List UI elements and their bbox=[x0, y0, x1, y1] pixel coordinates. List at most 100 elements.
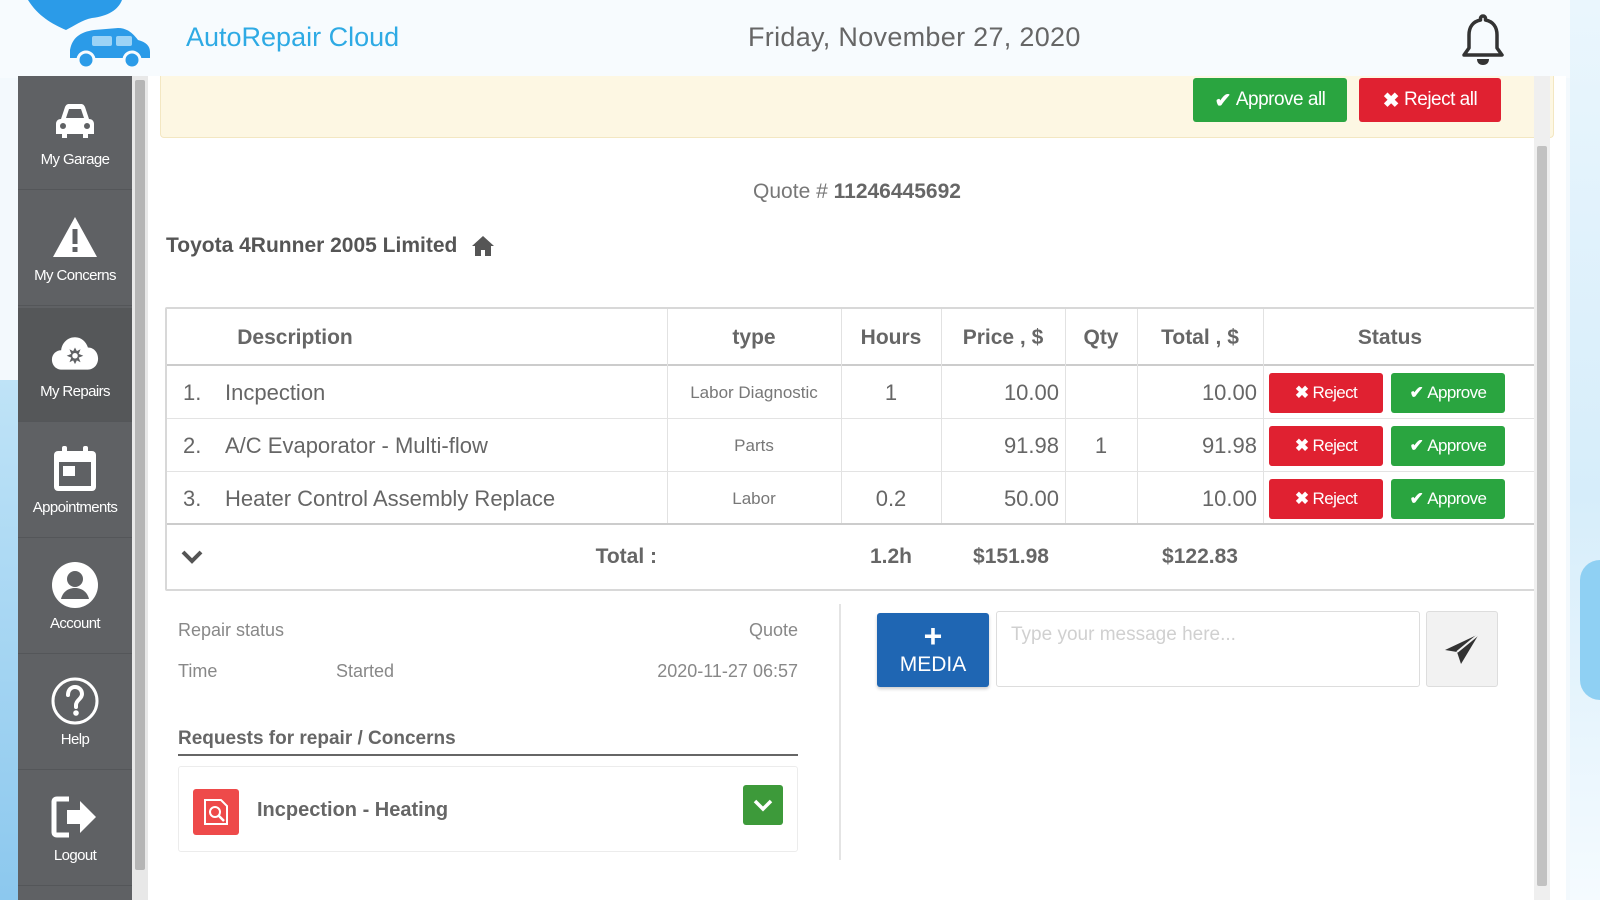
media-button[interactable]: + MEDIA bbox=[877, 613, 989, 687]
main-scrollbar[interactable] bbox=[1534, 76, 1550, 900]
logo-icon bbox=[28, 0, 150, 70]
bulk-approval-bar: ✔ Approve all ✖ Reject all bbox=[160, 76, 1554, 138]
item-price: 91.98 bbox=[1003, 432, 1059, 458]
sidebar-item-label: My Garage bbox=[40, 151, 110, 168]
calendar-icon bbox=[51, 445, 99, 493]
chevron-down-icon bbox=[753, 799, 773, 812]
sidebar-item-logout[interactable]: Logout bbox=[18, 772, 132, 886]
sidebar-item-label: Account bbox=[50, 615, 101, 632]
column-header-type: type bbox=[732, 325, 776, 349]
repair-status-panel: Repair status Quote Time Started 2020-11… bbox=[178, 606, 798, 896]
item-description: 1. Incpection bbox=[183, 379, 326, 405]
logout-icon bbox=[51, 793, 99, 841]
sidebar-item-my-garage[interactable]: My Garage bbox=[18, 76, 132, 190]
item-type: Labor Diagnostic bbox=[690, 382, 818, 402]
reject-all-button[interactable]: ✖ Reject all bbox=[1359, 78, 1501, 122]
column-header-description: Description bbox=[237, 325, 353, 349]
sidebar-item-account[interactable]: Account bbox=[18, 540, 132, 654]
close-icon: ✖ bbox=[1294, 436, 1309, 455]
request-item: Incpection - Heating bbox=[178, 766, 798, 852]
check-icon: ✔ bbox=[1409, 489, 1424, 508]
time-state: Started bbox=[336, 661, 395, 681]
item-qty: 1 bbox=[1094, 432, 1108, 458]
column-header-total: Total , $ bbox=[1161, 325, 1239, 349]
check-icon: ✔ bbox=[1409, 436, 1424, 455]
total-label: Total : bbox=[595, 545, 657, 568]
home-icon[interactable] bbox=[471, 235, 495, 257]
approve-item-button[interactable]: ✔ Approve bbox=[1391, 479, 1505, 519]
warning-icon bbox=[51, 213, 99, 261]
item-total: 91.98 bbox=[1201, 432, 1257, 458]
approve-item-button[interactable]: ✔ Approve bbox=[1391, 373, 1505, 413]
sidebar-item-help[interactable]: Help bbox=[18, 656, 132, 770]
quote-table: Description type Hours Price , $ Qty Tot… bbox=[165, 307, 1547, 591]
send-icon bbox=[1445, 633, 1480, 664]
reject-item-button[interactable]: ✖ Reject bbox=[1269, 479, 1383, 519]
approve-item-button[interactable]: ✔ Approve bbox=[1391, 426, 1505, 466]
chevron-down-icon[interactable] bbox=[181, 549, 203, 565]
item-type: Parts bbox=[734, 435, 774, 455]
message-input[interactable] bbox=[996, 611, 1420, 687]
repair-cloud-icon bbox=[51, 329, 99, 377]
main-content: ✔ Approve all ✖ Reject all Quote # 1124644… bbox=[148, 76, 1566, 900]
check-icon: ✔ bbox=[1409, 383, 1424, 402]
time-label: Time bbox=[178, 661, 218, 681]
column-header-price: Price , $ bbox=[962, 325, 1044, 349]
expand-request-button[interactable] bbox=[743, 785, 783, 825]
total-amount: $122.83 bbox=[1162, 545, 1238, 568]
table-row: 1. Incpection Labor Diagnostic 1 10.00 10… bbox=[167, 366, 1545, 419]
reject-item-button[interactable]: ✖ Reject bbox=[1269, 373, 1383, 413]
item-price: 50.00 bbox=[1003, 485, 1059, 511]
close-icon: ✖ bbox=[1294, 383, 1309, 402]
sidebar-item-my-repairs[interactable]: My Repairs bbox=[18, 308, 132, 422]
item-description: 2. A/C Evaporator - Multi-flow bbox=[183, 432, 488, 458]
item-hours bbox=[841, 419, 941, 472]
requests-title: Requests for repair / Concerns bbox=[178, 728, 798, 756]
request-label: Incpection - Heating bbox=[257, 799, 449, 821]
approve-all-button[interactable]: ✔ Approve all bbox=[1193, 78, 1347, 122]
column-header-hours: Hours bbox=[860, 325, 922, 349]
user-circle-icon bbox=[51, 561, 99, 609]
sidebar-item-label: My Concerns bbox=[34, 267, 116, 284]
total-hours: 1.2h bbox=[869, 545, 913, 568]
send-button[interactable] bbox=[1426, 611, 1498, 687]
sidebar-item-label: My Repairs bbox=[40, 383, 110, 400]
notification-bell-icon[interactable] bbox=[1460, 12, 1506, 68]
column-header-qty: Qty bbox=[1083, 325, 1119, 349]
item-hours: 0.2 bbox=[875, 485, 907, 511]
total-price: $151.98 bbox=[973, 545, 1049, 568]
close-icon: ✖ bbox=[1382, 89, 1400, 112]
item-qty bbox=[1065, 472, 1137, 525]
sidebar-item-label: Appointments bbox=[32, 499, 118, 516]
app-title: AutoRepair Cloud bbox=[186, 22, 400, 52]
item-type: Labor bbox=[732, 488, 776, 508]
app-header: AutoRepair Cloud Friday, November 27, 20… bbox=[0, 0, 1570, 78]
sidebar-item-label: Logout bbox=[53, 847, 97, 864]
item-total: 10.00 bbox=[1201, 379, 1257, 405]
inspection-icon bbox=[193, 789, 239, 835]
table-row: 2. A/C Evaporator - Multi-flow Parts 91.9… bbox=[167, 419, 1545, 472]
reject-item-button[interactable]: ✖ Reject bbox=[1269, 426, 1383, 466]
table-header: Description type Hours Price , $ Qty Tot… bbox=[167, 309, 1545, 366]
item-total: 10.00 bbox=[1201, 485, 1257, 511]
check-icon: ✔ bbox=[1214, 89, 1232, 112]
item-hours: 1 bbox=[884, 379, 898, 405]
panel-divider bbox=[839, 604, 841, 860]
vehicle-name: Toyota 4Runner 2005 Limited bbox=[166, 234, 495, 258]
sidebar-scrollbar[interactable] bbox=[132, 76, 148, 900]
table-row: 3. Heater Control Assembly Replace Labor … bbox=[167, 472, 1545, 525]
item-qty bbox=[1065, 366, 1137, 419]
sidebar-item-my-concerns[interactable]: My Concerns bbox=[18, 192, 132, 306]
car-icon bbox=[51, 97, 99, 145]
background-decoration bbox=[1570, 0, 1600, 900]
sidebar-item-appointments[interactable]: Appointments bbox=[18, 424, 132, 538]
help-icon bbox=[51, 677, 99, 725]
sidebar: My Garage My Concerns My Repairs Appoint… bbox=[18, 76, 132, 900]
item-price: 10.00 bbox=[1003, 379, 1059, 405]
plus-icon: + bbox=[923, 618, 943, 654]
time-value: 2020-11-27 06:57 bbox=[657, 661, 798, 681]
table-footer: Total : 1.2h $151.98 $122.83 bbox=[167, 525, 1545, 589]
column-header-status: Status bbox=[1357, 325, 1423, 349]
header-date: Friday, November 27, 2020 bbox=[748, 22, 1081, 52]
close-icon: ✖ bbox=[1294, 489, 1309, 508]
